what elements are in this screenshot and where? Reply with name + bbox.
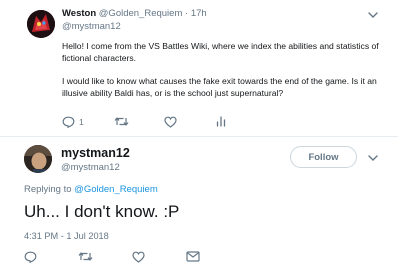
like-icon bbox=[164, 116, 177, 128]
analytics-button[interactable] bbox=[216, 116, 226, 127]
avatar[interactable] bbox=[27, 10, 55, 38]
avatar[interactable] bbox=[24, 145, 52, 173]
avatar-image bbox=[24, 145, 52, 173]
like-button[interactable] bbox=[132, 251, 145, 263]
tweet-time[interactable]: 17h bbox=[191, 8, 207, 19]
retweet-icon bbox=[114, 117, 129, 126]
author-name[interactable]: Weston bbox=[62, 8, 96, 19]
separator: · bbox=[185, 8, 189, 19]
like-icon bbox=[132, 251, 145, 263]
message-icon bbox=[186, 251, 200, 262]
author-name[interactable]: mystman12 bbox=[61, 146, 130, 160]
replying-to-link[interactable]: @Golden_Requiem bbox=[74, 184, 158, 195]
direct-message-button[interactable] bbox=[186, 251, 200, 262]
reply-icon bbox=[24, 251, 37, 263]
tweet-timestamp[interactable]: 4:31 PM - 1 Jul 2018 bbox=[24, 231, 109, 241]
author-handle[interactable]: @mystman12 bbox=[61, 162, 120, 173]
reply-icon bbox=[62, 116, 75, 128]
replying-to: Replying to @Golden_Requiem bbox=[24, 184, 158, 195]
reply-button[interactable] bbox=[24, 251, 37, 263]
chevron-down-icon[interactable] bbox=[366, 8, 380, 22]
reply-tweet: Weston @Golden_Requiem · 17h @mystman12 … bbox=[0, 0, 398, 136]
retweet-icon bbox=[78, 252, 93, 261]
tweet-paragraph: Hello! I come from the VS Battles Wiki, … bbox=[62, 41, 379, 64]
author-handle[interactable]: @Golden_Requiem bbox=[99, 8, 183, 19]
reply-tweet-body: Hello! I come from the VS Battles Wiki, … bbox=[62, 40, 382, 100]
analytics-icon bbox=[216, 116, 226, 127]
retweet-button[interactable] bbox=[78, 251, 93, 262]
retweet-button[interactable] bbox=[114, 116, 129, 127]
reply-count: 1 bbox=[79, 117, 84, 127]
avatar-image bbox=[27, 10, 55, 38]
chevron-down-icon[interactable] bbox=[366, 151, 380, 165]
reply-tweet-actions: 1 bbox=[62, 116, 262, 130]
tweet-text: Uh... I don't know. :P bbox=[24, 202, 180, 221]
reply-tweet-header: Weston @Golden_Requiem · 17h bbox=[62, 8, 207, 19]
follow-button[interactable]: Follow bbox=[290, 146, 357, 168]
tweet-divider bbox=[0, 136, 398, 137]
reply-mention[interactable]: @mystman12 bbox=[62, 21, 121, 32]
replying-to-label: Replying to bbox=[24, 184, 72, 195]
main-tweet-actions bbox=[24, 251, 384, 265]
like-button[interactable] bbox=[164, 116, 177, 128]
reply-button[interactable]: 1 bbox=[62, 116, 84, 128]
tweet-paragraph: I would like to know what causes the fak… bbox=[62, 75, 377, 99]
